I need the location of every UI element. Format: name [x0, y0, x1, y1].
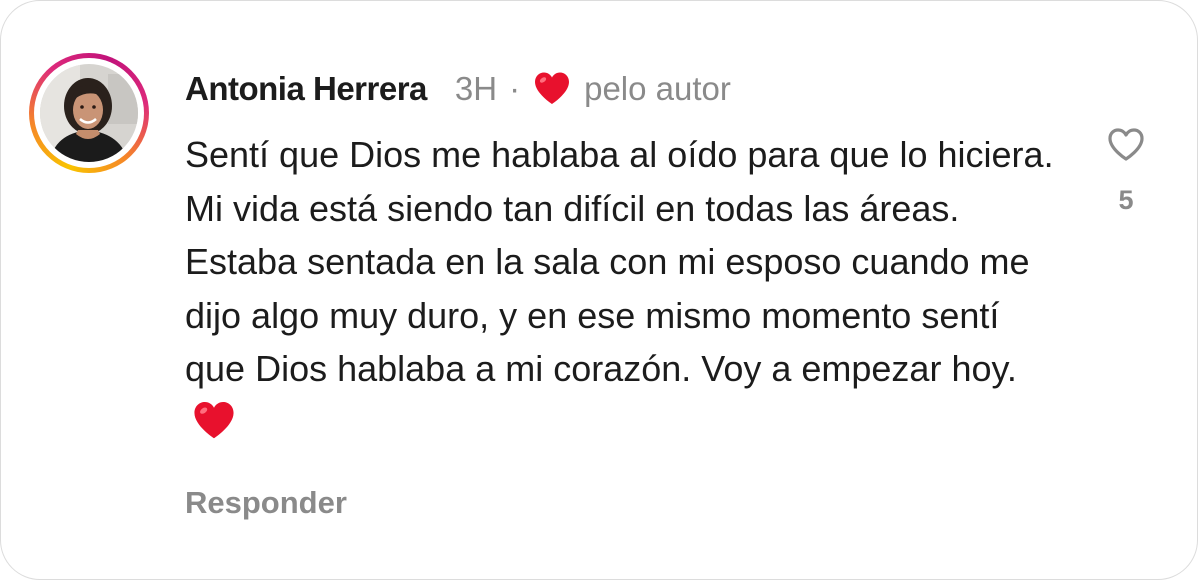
- red-heart-emoji-icon: [191, 398, 237, 444]
- liked-by-author-label: pelo autor: [584, 70, 731, 107]
- comment-card: Antonia Herrera 3H · pelo autor Sentí qu…: [0, 0, 1198, 580]
- avatar-photo: [40, 64, 138, 162]
- comment-header: Antonia Herrera 3H · pelo autor: [185, 67, 731, 111]
- red-heart-icon: [532, 69, 572, 109]
- comment-timestamp: 3H: [454, 70, 498, 107]
- like-section: 5: [1099, 125, 1153, 216]
- comment-text: Sentí que Dios me hablaba al oído para q…: [185, 134, 1054, 389]
- avatar[interactable]: [29, 53, 149, 173]
- heart-outline-icon[interactable]: [1106, 125, 1146, 165]
- comment-body: Sentí que Dios me hablaba al oído para q…: [185, 128, 1065, 449]
- reply-button[interactable]: Responder: [185, 485, 347, 521]
- author-name[interactable]: Antonia Herrera: [185, 70, 427, 108]
- meta-separator: ·: [509, 70, 521, 107]
- like-count: 5: [1118, 185, 1134, 215]
